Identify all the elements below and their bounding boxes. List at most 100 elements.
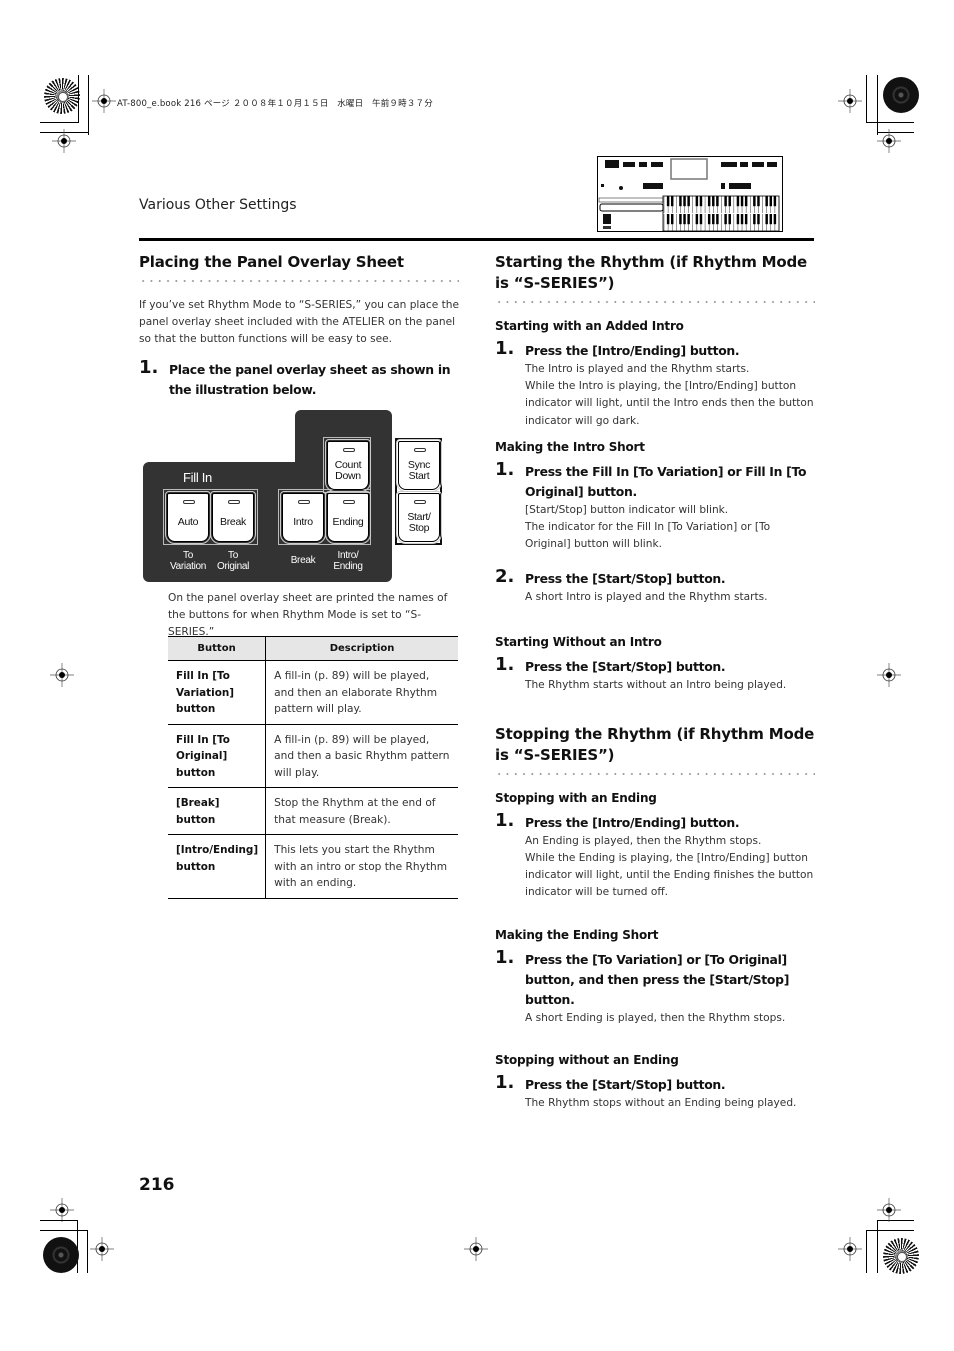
black-key [765,214,768,225]
black-key [740,196,744,207]
black-key [744,214,748,225]
indicator-led [298,500,310,504]
step: 1. Press the [Start/Stop] button. The Rh… [495,1071,815,1112]
crop-mark [40,1220,78,1221]
crop-mark [866,1230,867,1273]
header-rule [139,238,814,241]
ending-button[interactable]: Ending [325,491,371,544]
page-number: 216 [139,1175,175,1195]
step-title: Press the [Start/Stop] button. [525,658,726,674]
black-key [728,196,731,207]
black-key [679,214,682,225]
step-title: Place the panel overlay sheet as shown i… [169,362,451,397]
black-key [736,196,740,207]
crop-mark [87,1230,88,1273]
button-label: Break [220,516,246,528]
step: 1. Press the [Intro/Ending] button. The … [495,338,815,430]
indicator-led [228,500,240,504]
intro-ending-label: Intro/ Ending [333,550,363,572]
crop-mark [877,75,878,135]
registration-mark-icon [877,663,901,687]
crop-mark [877,1220,878,1273]
break-sub-label: Break [290,555,316,566]
button-name-cell: [Intro/Ending] button [168,834,267,899]
button-label: Ending [332,516,364,528]
button-label: Sync Start [407,459,431,482]
black-key [753,196,756,207]
indicator-led [183,500,195,504]
step-title: Press the [Intro/Ending] button. [525,814,740,830]
step: 1. Press the Fill In [To Variation] or F… [495,459,815,554]
black-key [744,196,748,207]
start-stop-button[interactable]: Start/ Stop [396,491,442,544]
step: 2. Press the [Start/Stop] button. A shor… [495,566,815,606]
sync-start-button[interactable]: Sync Start [396,439,442,492]
black-key [707,196,711,207]
black-key [687,196,690,207]
registration-target-icon [883,77,919,113]
step-number: 2. [495,566,515,588]
step-title: Press the [To Variation] or [To Original… [525,951,790,1007]
indicator-led [343,448,355,452]
section-heading-start: Starting the Rhythm (if Rhythm Mode is “… [495,253,807,292]
step: 1. Press the [Intro/Ending] button. An E… [495,810,815,902]
black-key [695,196,699,207]
registration-target-icon [44,78,80,114]
black-key [753,214,756,225]
table-row: [Break] button Stop the Rhythm at the en… [168,787,458,835]
panel-note: On the panel overlay sheet are printed t… [168,592,448,638]
right-column: Starting the Rhythm (if Rhythm Mode is “… [495,252,815,1112]
table-row: Fill In [To Original] button A fill-in (… [168,724,458,788]
auto-button[interactable]: Auto [165,491,211,544]
step-title: Press the [Start/Stop] button. [525,571,726,587]
crop-mark [88,75,89,135]
black-key [699,214,703,225]
description-cell: A fill-in (p. 89) will be played, and th… [265,660,458,725]
table-header-row: Button Description [168,636,458,661]
column-header-button: Button [168,636,267,661]
description-cell: A fill-in (p. 89) will be played, and th… [265,724,458,788]
black-key [716,196,719,207]
black-key [773,214,777,225]
button-name-cell: [Break] button [168,787,267,835]
subsection-heading: Stopping without an Ending [495,1052,679,1067]
black-key [740,214,744,225]
registration-mark-icon [838,1237,862,1261]
registration-mark-icon [877,1198,901,1222]
to-original-label: To Original [216,550,250,572]
black-key [769,196,773,207]
button-name-cell: Fill In [To Variation] button [168,660,267,725]
section-heading-stop: Stopping the Rhythm (if Rhythm Mode is “… [495,724,815,764]
keyboard-panel-illustration [597,156,783,232]
button-label: Start/ Stop [407,511,431,534]
section-label: Various Other Settings [139,197,297,213]
registration-mark-icon [877,129,901,153]
black-key [724,214,727,225]
description-cell: This lets you start the Rhythm with an i… [265,834,458,899]
button-label: Count Down [334,459,362,482]
step-description: An Ending is played, then the Rhythm sto… [525,834,762,847]
intro-button[interactable]: Intro [280,491,326,544]
step-number: 1. [495,338,515,359]
registration-mark-icon [838,89,862,113]
step-number: 1. [495,946,515,968]
black-key [695,214,699,225]
dotted-rule [495,770,815,777]
registration-mark-icon [90,1237,114,1261]
indicator-led [414,448,426,452]
registration-mark-icon [52,129,76,153]
subsection-heading: Starting with an Added Intro [495,319,684,333]
break-button[interactable]: Break [210,491,256,544]
count-down-button[interactable]: Count Down [325,439,371,492]
dotted-rule [139,278,459,284]
black-key [712,196,715,207]
step-description: [Start/Stop] button indicator will blink… [525,503,729,516]
crop-mark [78,75,79,123]
step-title: Press the [Intro/Ending] button. [525,343,740,358]
step-number: 1. [495,1071,515,1093]
registration-target-icon [43,1237,79,1273]
step: 1. Place the panel overlay sheet as show… [139,357,459,400]
registration-target-icon [883,1238,919,1274]
step: 1. Press the [To Variation] or [To Origi… [495,946,815,1027]
crop-mark [40,1230,88,1231]
